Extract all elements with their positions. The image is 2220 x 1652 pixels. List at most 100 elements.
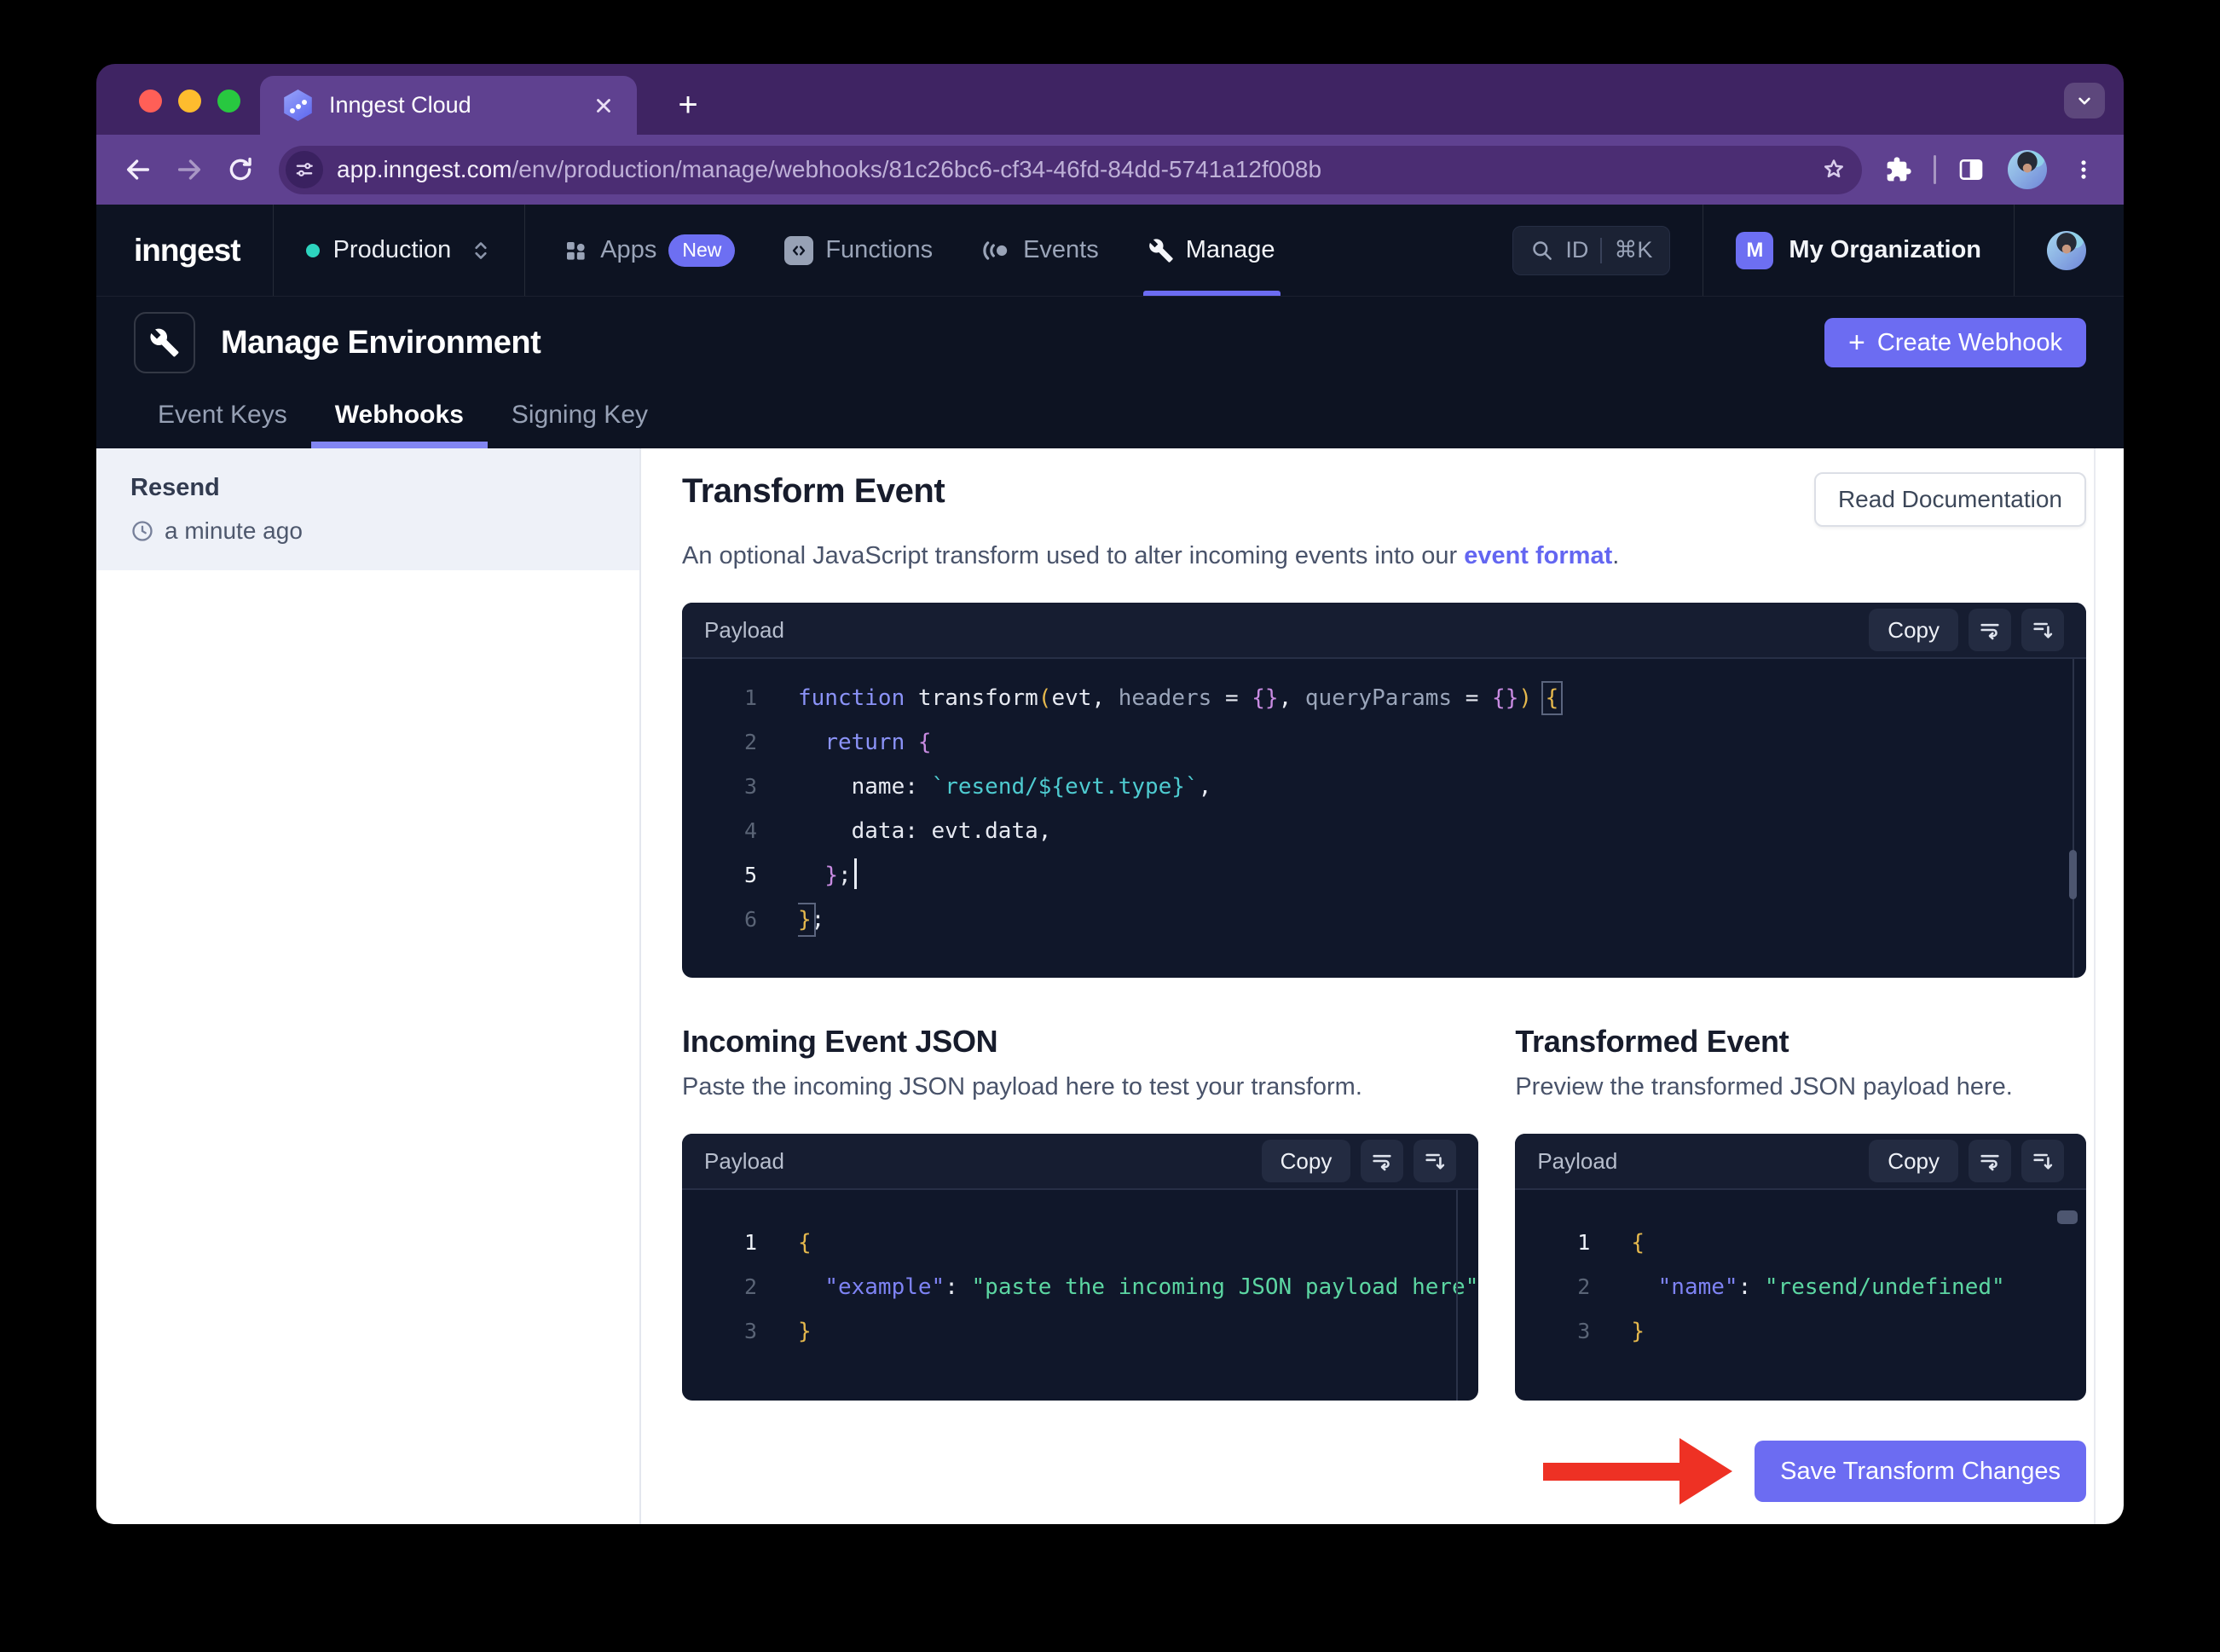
bookmark-star-icon[interactable] xyxy=(1821,157,1847,182)
org-switcher[interactable]: M My Organization xyxy=(1736,231,1981,269)
url-bar[interactable]: app.inngest.com/env/production/manage/we… xyxy=(279,145,1862,194)
transformed-event-description: Preview the transformed JSON payload her… xyxy=(1515,1073,2013,1100)
code-area[interactable]: 1 function transform(evt, headers = {}, q… xyxy=(682,659,2086,978)
back-button[interactable] xyxy=(115,147,161,193)
inngest-logo[interactable]: inngest xyxy=(134,205,241,296)
code-area[interactable]: 1{2 "name": "resend/undefined" 3} xyxy=(1515,1190,2086,1401)
event-format-link[interactable]: event format xyxy=(1464,542,1612,569)
copy-button[interactable]: Copy xyxy=(1261,1140,1351,1182)
functions-code-icon xyxy=(784,235,814,265)
code-line[interactable]: 2 "name": "resend/undefined" xyxy=(1515,1265,2086,1309)
tab-title: Inngest Cloud xyxy=(329,92,471,118)
copy-button[interactable]: Copy xyxy=(1869,609,1958,651)
read-documentation-button[interactable]: Read Documentation xyxy=(1813,472,2086,527)
line-number: 1 xyxy=(743,1230,757,1255)
create-webhook-button[interactable]: + Create Webhook xyxy=(1824,318,2086,367)
wrench-icon xyxy=(150,328,179,357)
nav-item-events[interactable]: Events xyxy=(982,205,1099,296)
search-divider xyxy=(1600,237,1603,263)
annotation-arrow xyxy=(1543,1438,1733,1505)
tab-event-keys[interactable]: Event Keys xyxy=(134,385,311,448)
minimize-window-button[interactable] xyxy=(178,90,201,113)
url-text: app.inngest.com/env/production/manage/we… xyxy=(337,156,1322,182)
side-panel-button[interactable] xyxy=(1950,148,1992,191)
editor-header: Payload Copy xyxy=(682,1134,1479,1190)
transformed-event-column: Transformed Event Preview the transforme… xyxy=(1515,1024,2086,1401)
close-window-button[interactable] xyxy=(139,90,162,113)
desktop-background: Inngest Cloud + app.inngest.com/env/prod… xyxy=(0,0,2220,1652)
transformed-payload-editor: Payload Copy 1 {2 "name": "resend/undef… xyxy=(1515,1134,2086,1401)
nav-items: Apps New Functions Events Manage xyxy=(563,205,1281,296)
unfold-chevrons-icon xyxy=(470,238,492,263)
code-area[interactable]: 1{2 "example": "paste the incoming JSON … xyxy=(682,1190,1478,1401)
nav-divider xyxy=(2014,205,2015,296)
window-controls xyxy=(139,90,240,113)
plus-icon: + xyxy=(1848,326,1865,359)
side-panel-icon xyxy=(1959,159,1983,180)
transform-panel: Transform Event Read Documentation An op… xyxy=(641,448,2124,1524)
word-wrap-button[interactable] xyxy=(1969,609,2011,651)
nav-item-functions[interactable]: Functions xyxy=(784,205,933,296)
editor-scroll-thumb[interactable] xyxy=(2069,850,2077,899)
browser-menu-button[interactable] xyxy=(2062,148,2105,191)
site-info-icon[interactable] xyxy=(286,151,323,188)
tab-close-icon[interactable] xyxy=(593,95,615,117)
toolbar-divider xyxy=(1934,155,1936,184)
webhook-updated-time: a minute ago xyxy=(165,517,303,544)
word-wrap-button[interactable] xyxy=(1969,1140,2011,1182)
zoom-window-button[interactable] xyxy=(217,90,240,113)
page-scrollbar[interactable] xyxy=(2094,448,2096,1524)
env-selector-label: Production xyxy=(332,236,452,263)
line-number: 5 xyxy=(743,863,757,887)
page-title: Manage Environment xyxy=(221,324,541,361)
search-button[interactable]: ID ⌘K xyxy=(1512,225,1671,275)
editor-scroll-track xyxy=(2073,659,2074,978)
browser-profile-avatar[interactable] xyxy=(2008,150,2047,189)
extensions-button[interactable] xyxy=(1877,148,1920,191)
user-avatar[interactable] xyxy=(2047,230,2086,270)
env-status-dot xyxy=(305,243,320,257)
code-line[interactable]: 3} xyxy=(682,1309,1478,1354)
forward-button[interactable] xyxy=(166,147,212,193)
environment-selector[interactable]: Production xyxy=(305,205,493,296)
nav-item-apps[interactable]: Apps New xyxy=(563,205,736,296)
new-tab-button[interactable]: + xyxy=(666,83,710,127)
reload-icon xyxy=(229,157,251,181)
code-line[interactable]: 2 "example": "paste the incoming JSON pa… xyxy=(682,1265,1478,1309)
environment-tabs: Event Keys Webhooks Signing Key xyxy=(134,385,2086,448)
code-line[interactable]: 2 return { xyxy=(682,720,2086,765)
code-line[interactable]: 1 function transform(evt, headers = {}, q… xyxy=(682,676,2086,720)
line-number: 4 xyxy=(743,818,757,843)
browser-tab[interactable]: Inngest Cloud xyxy=(260,76,637,135)
nav-item-manage[interactable]: Manage xyxy=(1142,205,1281,296)
back-arrow-icon xyxy=(126,159,150,180)
reload-button[interactable] xyxy=(217,147,263,193)
nav-divider xyxy=(272,205,274,296)
tab-webhooks[interactable]: Webhooks xyxy=(310,385,489,448)
webhooks-sidebar: Resend a minute ago xyxy=(96,448,641,1524)
code-line[interactable]: 5 }; xyxy=(682,853,2086,898)
code-line[interactable]: 3 name: `resend/${evt.type}`, xyxy=(682,765,2086,809)
word-wrap-button[interactable] xyxy=(1361,1140,1404,1182)
expand-lines-button[interactable] xyxy=(2021,1140,2064,1182)
copy-button[interactable]: Copy xyxy=(1869,1140,1958,1182)
expand-lines-button[interactable] xyxy=(2021,609,2064,651)
code-line[interactable]: 1{ xyxy=(682,1221,1478,1265)
code-line[interactable]: 6}; xyxy=(682,898,2086,942)
tab-search-button[interactable] xyxy=(2064,83,2105,118)
tab-signing-key[interactable]: Signing Key xyxy=(488,385,672,448)
code-line[interactable]: 1{ xyxy=(1515,1221,2086,1265)
payload-label: Payload xyxy=(704,616,784,643)
nav-item-label: Functions xyxy=(825,236,934,263)
save-transform-changes-button[interactable]: Save Transform Changes xyxy=(1755,1441,2086,1502)
word-wrap-icon xyxy=(1373,1154,1391,1171)
webhook-name: Resend xyxy=(130,474,220,501)
editor-scroll-thumb[interactable] xyxy=(2057,1210,2078,1224)
code-line[interactable]: 4 data: evt.data, xyxy=(682,809,2086,853)
browser-tab-strip: Inngest Cloud + xyxy=(96,64,2124,135)
page-content: Resend a minute ago Transform Event Read… xyxy=(96,448,2124,1524)
code-line[interactable]: 3} xyxy=(1515,1309,2086,1354)
webhook-list-item-resend[interactable]: Resend a minute ago xyxy=(96,448,639,570)
search-id-label: ID xyxy=(1565,237,1589,263)
expand-lines-button[interactable] xyxy=(1414,1140,1457,1182)
